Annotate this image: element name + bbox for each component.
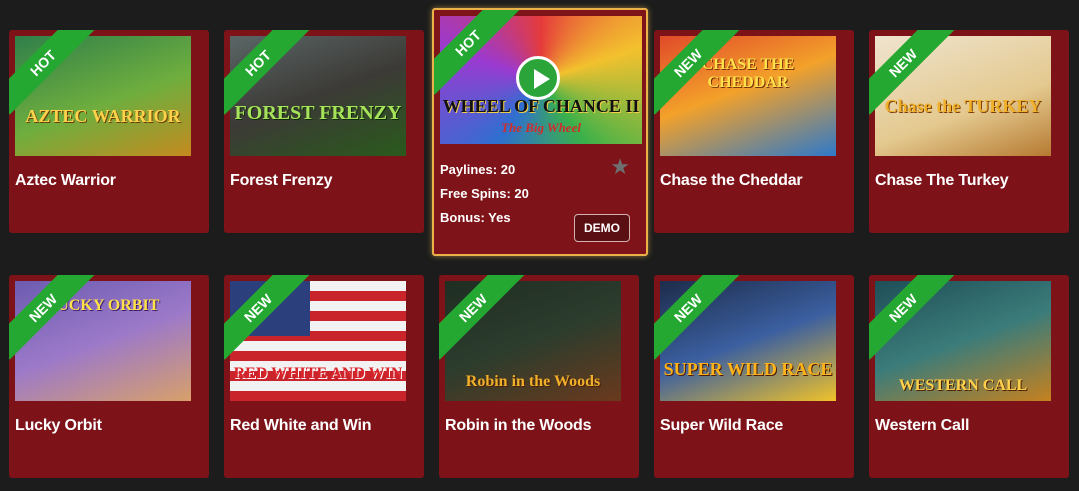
game-card[interactable]: LUCKY ORBIT NEW Lucky Orbit bbox=[9, 275, 209, 478]
game-title[interactable]: Red White and Win bbox=[230, 417, 372, 435]
game-card[interactable]: CHASE THE CHEDDAR NEW Chase the Cheddar bbox=[654, 30, 854, 233]
thumbnail-title: Robin in the Woods bbox=[465, 373, 601, 390]
paylines-row: Paylines: 20 bbox=[440, 162, 515, 177]
game-card[interactable]: SUPER WILD RACE NEW Super Wild Race bbox=[654, 275, 854, 478]
game-card[interactable]: Chase the TURKEY NEW Chase The Turkey bbox=[869, 30, 1069, 233]
paylines-label: Paylines: bbox=[440, 162, 498, 177]
free-spins-label: Free Spins: bbox=[440, 186, 511, 201]
free-spins-row: Free Spins: 20 bbox=[440, 186, 529, 201]
game-title[interactable]: Aztec Warrior bbox=[15, 172, 116, 190]
bonus-value: Yes bbox=[488, 210, 511, 225]
paylines-value: 20 bbox=[500, 162, 516, 177]
game-card[interactable]: RED WHITE AND WIN NEW Red White and Win bbox=[224, 275, 424, 478]
game-card-hovered[interactable]: WHEEL OF CHANCE II The Big Wheel HOT Pay… bbox=[432, 8, 648, 256]
game-title[interactable]: Lucky Orbit bbox=[15, 417, 102, 435]
favorite-star-icon[interactable]: ★ bbox=[610, 154, 630, 180]
game-card[interactable]: AZTEC WARRIOR HOT Aztec Warrior bbox=[9, 30, 209, 233]
game-title[interactable]: Chase the Cheddar bbox=[660, 172, 803, 190]
thumbnail-title: RED WHITE AND WIN bbox=[233, 365, 403, 382]
game-title[interactable]: Chase The Turkey bbox=[875, 172, 1009, 190]
thumbnail-title: FOREST FRENZY bbox=[234, 102, 402, 124]
game-card[interactable]: FOREST FRENZY HOT Forest Frenzy bbox=[224, 30, 424, 233]
thumbnail-title: AZTEC WARRIOR bbox=[25, 106, 181, 126]
thumbnail-title: WESTERN CALL bbox=[898, 377, 1028, 394]
game-title[interactable]: Robin in the Woods bbox=[445, 417, 592, 435]
game-title[interactable]: Super Wild Race bbox=[660, 417, 783, 435]
thumbnail-title: Chase the TURKEY bbox=[884, 96, 1042, 116]
thumbnail-title: SUPER WILD RACE bbox=[663, 359, 833, 379]
game-card[interactable]: Robin in the Woods NEW Robin in the Wood… bbox=[439, 275, 639, 478]
free-spins-value: 20 bbox=[514, 186, 529, 201]
thumbnail-subtitle: The Big Wheel bbox=[501, 120, 581, 135]
game-card[interactable]: WESTERN CALL NEW Western Call bbox=[869, 275, 1069, 478]
bonus-label: Bonus: bbox=[440, 210, 485, 225]
game-title[interactable]: Forest Frenzy bbox=[230, 172, 333, 190]
play-button[interactable] bbox=[516, 56, 560, 100]
game-title[interactable]: Western Call bbox=[875, 417, 969, 435]
demo-button[interactable]: DEMO bbox=[574, 214, 630, 242]
bonus-row: Bonus: Yes bbox=[440, 210, 511, 225]
